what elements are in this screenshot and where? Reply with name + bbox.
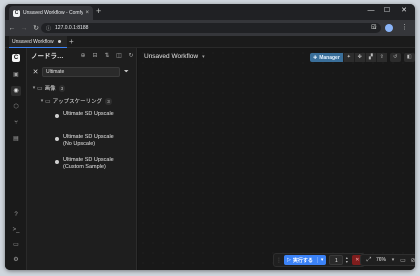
tree-group-upscaling[interactable]: ▾ ▭ アップスケーリング 3 [39, 96, 112, 106]
puzzle-icon: ✚ [313, 54, 318, 61]
drag-handle-icon[interactable]: ⋮ [276, 257, 282, 264]
panel-toggle-icon[interactable]: ◧ [403, 53, 415, 62]
zoom-level[interactable]: 76% [376, 257, 386, 263]
templates-icon[interactable]: ▤ [11, 134, 21, 144]
sidebar-icon-bar: C ▣ ◉ ⬡ ⑂ ▤ ? >_ ▭ ⚙ [5, 48, 27, 270]
tree-node-label: Ultimate SD Upscale (Custom Sample) [63, 157, 114, 170]
profile-avatar[interactable] [385, 24, 393, 32]
new-tab-button[interactable]: + [96, 7, 101, 16]
puzzle-piece-icon[interactable]: ✤ [353, 53, 365, 62]
tab-close-icon[interactable]: × [85, 10, 89, 16]
zoom-controls: ⤢ 76% ▾ ▭ ⊘ [360, 254, 415, 266]
node-bullet-icon [55, 114, 59, 118]
models-icon[interactable]: ⬡ [11, 102, 21, 112]
extensions-icon[interactable]: ⊡ [371, 23, 377, 31]
maximize-button[interactable]: ☐ [381, 6, 393, 15]
history-icon[interactable]: ↺ [389, 53, 401, 62]
fit-view-icon[interactable]: ⤢ [364, 257, 374, 264]
play-icon: ▷ [287, 257, 291, 263]
browser-window: C Unsaved Workflow - ComfyUI × + — ☐ ✕ ←… [5, 4, 415, 270]
settings-icon[interactable]: ⚙ [11, 255, 21, 265]
comfyui-logo[interactable]: C [12, 54, 20, 62]
back-icon[interactable]: ← [7, 25, 17, 32]
chevron-down-icon[interactable]: ▾ [316, 257, 323, 263]
tree-subgroup-count: 3 [105, 97, 112, 105]
new-folder-icon[interactable]: ⊕ [77, 52, 89, 59]
tree-node-label: Ultimate SD Upscale [63, 111, 114, 117]
workflow-tab-label: Unsaved Workflow [12, 38, 54, 45]
chevron-down-icon: ▾ [202, 53, 205, 60]
workflow-name-label: Unsaved Workflow [144, 53, 199, 60]
folder-icon: ▭ [37, 85, 43, 92]
node-library-title: ノードラ… [31, 53, 64, 60]
run-label: 実行する [292, 257, 313, 264]
browser-tab-title: Unsaved Workflow - ComfyUI [23, 10, 84, 16]
queue-count-input[interactable]: 1 [329, 255, 344, 265]
comfyui-favicon-icon: C [13, 9, 20, 17]
workflow-tab[interactable]: Unsaved Workflow [9, 36, 67, 48]
tree-group-label: 画像 [44, 86, 56, 92]
url-text: 127.0.0.1:8188 [55, 25, 89, 31]
tree-node-item[interactable]: Ultimate SD Upscale (No Upscale) [55, 134, 119, 148]
app-main: C ▣ ◉ ⬡ ⑂ ▤ ? >_ ▭ ⚙ ノードラ… ⊕ ⊟ ⇅ ◫ ↻ ✕ ⏷ [5, 48, 415, 270]
tree-node-label: Ultimate SD Upscale (No Upscale) [63, 134, 114, 147]
forward-icon[interactable]: → [19, 25, 29, 32]
address-bar[interactable]: ⓘ 127.0.0.1:8188 ☆ [41, 23, 381, 33]
add-workflow-tab-button[interactable]: + [69, 37, 74, 46]
share-icon[interactable]: ⇪ [375, 53, 387, 62]
chart-icon[interactable]: ▞ [364, 53, 376, 62]
star-icon[interactable]: ✦ [342, 53, 354, 62]
node-search-input[interactable] [42, 67, 120, 77]
node-bullet-icon [55, 160, 59, 164]
console-icon[interactable]: ▭ [11, 240, 21, 250]
clear-search-icon[interactable]: ✕ [31, 68, 40, 76]
queue-stepper: ▲ ▼ [343, 256, 349, 264]
run-button[interactable]: ▷ 実行する ▾ [284, 255, 327, 265]
node-library-panel: ノードラ… ⊕ ⊟ ⇅ ◫ ↻ ✕ ⏷ ▾ ▭ 画像 3 ▾ ▭ ア [27, 48, 137, 270]
tree-group-image[interactable]: ▾ ▭ 画像 3 [31, 83, 66, 93]
manager-label: Manager [319, 54, 340, 61]
canvas-toolbar: ✚ Manager ✦ ✤ ▞ ⇪ ↺ ◧ [310, 53, 415, 62]
workflow-name-menu[interactable]: Unsaved Workflow ▾ [144, 53, 205, 60]
unsaved-dot-icon [57, 40, 61, 43]
minimize-button[interactable]: — [365, 6, 377, 15]
sort-icon[interactable]: ⇅ [101, 52, 113, 59]
chevron-down-icon[interactable]: ▼ [344, 260, 349, 264]
chevron-down-icon[interactable]: ▾ [388, 257, 398, 263]
minimap-icon[interactable]: ▭ [398, 257, 408, 264]
filter-icon[interactable]: ⏷ [124, 69, 129, 76]
workflows-icon[interactable]: ⑂ [11, 118, 21, 128]
tree-group-count: 3 [58, 84, 66, 92]
tree-node-item[interactable]: Ultimate SD Upscale (Custom Sample) [55, 157, 119, 171]
nodes-icon[interactable]: ◉ [11, 86, 21, 96]
help-icon[interactable]: ? [11, 210, 21, 220]
tree-node-item[interactable]: Ultimate SD Upscale [55, 111, 119, 118]
node-bullet-icon [55, 137, 59, 141]
workflow-canvas[interactable]: Unsaved Workflow ▾ ✚ Manager ✦ ✤ ▞ ⇪ ↺ ◧… [138, 48, 415, 270]
refresh-icon[interactable]: ↻ [125, 52, 137, 59]
node-search: ✕ ⏷ [31, 66, 133, 78]
node-library-header: ノードラ… ⊕ ⊟ ⇅ ◫ ↻ [27, 48, 137, 62]
collapse-icon[interactable]: ⊟ [89, 52, 101, 59]
close-window-button[interactable]: ✕ [398, 6, 410, 15]
folder-icon: ▭ [45, 98, 51, 105]
site-info-icon[interactable]: ⓘ [46, 25, 51, 32]
tree-subgroup-label: アップスケーリング [52, 99, 103, 105]
run-bar: ⋮ ▷ 実行する ▾ 1 ▲ ▼ ✕ [273, 253, 366, 267]
link-visibility-icon[interactable]: ⊘ [408, 257, 416, 264]
browser-menu-icon[interactable]: ⋮ [401, 23, 408, 31]
browser-tab-strip: C Unsaved Workflow - ComfyUI × + — ☐ ✕ [5, 4, 415, 20]
reload-icon[interactable]: ↻ [31, 24, 41, 32]
browser-toolbar: ← → ↻ ⓘ 127.0.0.1:8188 ☆ ⊡ ⋮ [5, 20, 415, 36]
bookmark-icon[interactable]: ◫ [113, 52, 125, 59]
workflow-tab-bar: Unsaved Workflow + [5, 36, 415, 48]
terminal-icon[interactable]: >_ [11, 225, 21, 235]
manager-button[interactable]: ✚ Manager [310, 53, 343, 62]
browser-tab[interactable]: C Unsaved Workflow - ComfyUI × [9, 6, 93, 20]
images-icon[interactable]: ▣ [11, 70, 21, 80]
